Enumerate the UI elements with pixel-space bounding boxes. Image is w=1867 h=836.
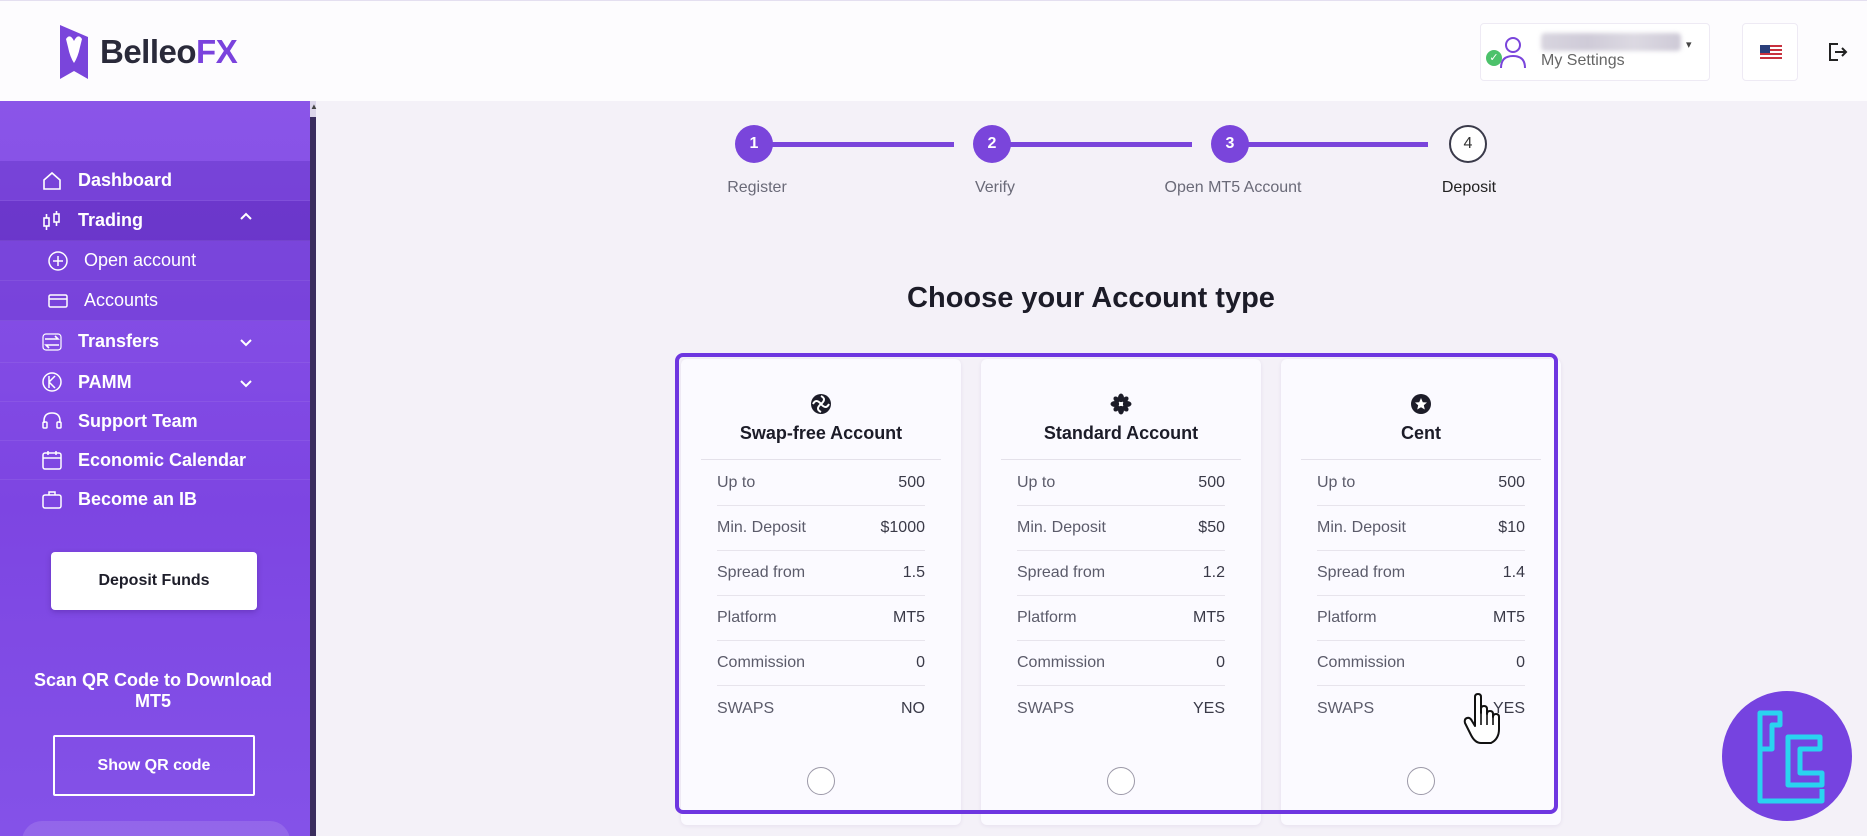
verified-check-icon: ✓	[1486, 50, 1502, 66]
sidebar-item-accounts[interactable]: Accounts	[0, 281, 310, 321]
show-qr-code-button[interactable]: Show QR code	[53, 735, 255, 796]
logo-text: BelleoFX	[100, 33, 238, 71]
progress-stepper: 1 2 3 4 Register Verify Open MT5 Account…	[316, 101, 1867, 211]
calendar-icon	[42, 451, 62, 470]
step-2-circle: 2	[973, 125, 1011, 163]
step-connector	[754, 142, 954, 147]
sidebar-nav: Dashboard Trading Open account Accounts …	[0, 161, 310, 519]
chevron-down-icon: ▾	[1686, 39, 1692, 51]
home-icon	[43, 171, 61, 190]
main-content: 1 2 3 4 Register Verify Open MT5 Account…	[316, 101, 1867, 836]
account-cards-frame	[675, 353, 1558, 814]
plus-circle-icon	[48, 250, 68, 271]
sidebar-item-label: Become an IB	[78, 489, 198, 509]
chevron-up-icon	[240, 212, 252, 220]
sidebar-item-label: Open account	[84, 250, 197, 270]
qr-download-text: Scan QR Code to Download MT5	[33, 670, 272, 711]
step-4-label: Deposit	[1441, 179, 1497, 196]
deposit-funds-button[interactable]: Deposit Funds	[51, 552, 257, 610]
chevron-down-icon	[240, 339, 252, 347]
card-icon	[48, 293, 68, 308]
language-selector[interactable]	[1742, 23, 1798, 81]
logout-icon[interactable]	[1826, 41, 1848, 63]
sidebar-item-economic-calendar[interactable]: Economic Calendar	[0, 441, 310, 480]
sidebar-item-become-ib[interactable]: Become an IB	[0, 480, 310, 519]
top-header: BelleoFX ✓ My Settings ▾	[0, 0, 1867, 101]
sidebar-item-dashboard[interactable]: Dashboard	[0, 161, 310, 201]
sidebar-item-trading[interactable]: Trading	[0, 201, 310, 241]
step-2-label: Verify	[974, 179, 1015, 196]
user-settings-menu[interactable]: ✓ My Settings ▾	[1480, 23, 1710, 81]
step-3-circle: 3	[1211, 125, 1249, 163]
sidebar-item-support-team[interactable]: Support Team	[0, 402, 310, 441]
watermark-badge	[1722, 691, 1852, 821]
sidebar-item-label: Economic Calendar	[78, 449, 247, 470]
step-1-circle: 1	[735, 125, 773, 163]
sidebar-bottom-panel	[22, 821, 290, 836]
chevron-down-icon	[240, 380, 252, 388]
hand-cursor-icon	[1463, 693, 1500, 744]
briefcase-icon	[42, 490, 62, 509]
step-1-label: Register	[727, 179, 787, 196]
sidebar-item-label: Transfers	[78, 331, 160, 351]
blurred-username	[1541, 33, 1681, 51]
user-icon	[1500, 37, 1526, 69]
sidebar: Dashboard Trading Open account Accounts …	[0, 101, 316, 836]
sidebar-item-label: Dashboard	[78, 170, 173, 190]
transfer-icon	[42, 332, 62, 351]
trading-icon	[43, 210, 60, 230]
tc-logo-icon	[1757, 710, 1825, 804]
us-flag-icon	[1760, 45, 1782, 60]
step-connector	[1230, 142, 1428, 147]
logo-text-accent: FX	[196, 33, 238, 70]
page-title: Choose your Account type	[907, 282, 1275, 314]
sidebar-item-label: Accounts	[84, 290, 159, 310]
belleofx-logo[interactable]: BelleoFX	[58, 23, 238, 81]
sidebar-item-label: Trading	[78, 210, 144, 230]
sidebar-item-transfers[interactable]: Transfers	[0, 321, 310, 363]
step-4-circle: 4	[1449, 125, 1487, 163]
sidebar-item-open-account[interactable]: Open account	[0, 241, 310, 281]
logo-text-main: Belleo	[100, 33, 197, 70]
step-3-label: Open MT5 Account	[1164, 179, 1302, 196]
pamm-icon	[42, 372, 62, 392]
step-connector	[992, 142, 1192, 147]
sidebar-item-label: PAMM	[78, 371, 132, 392]
bull-logo-icon	[60, 25, 88, 79]
sidebar-item-label: Support Team	[78, 410, 198, 431]
headset-icon	[42, 412, 62, 429]
sidebar-item-pamm[interactable]: PAMM	[0, 363, 310, 402]
my-settings-label: My Settings	[1541, 52, 1625, 69]
